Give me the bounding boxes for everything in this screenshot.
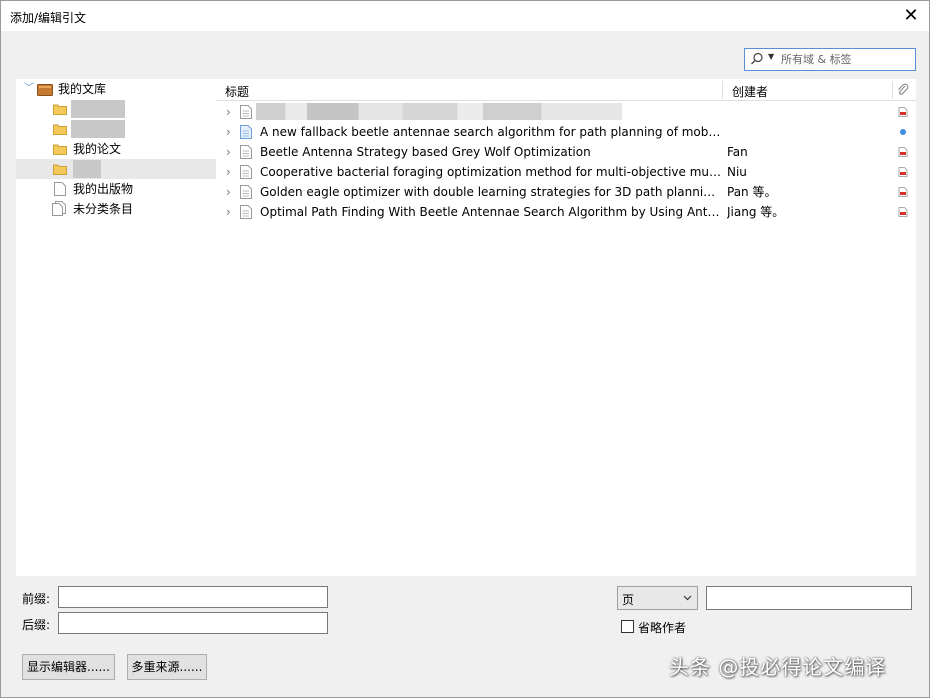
chevron-right-icon[interactable]: › (226, 102, 231, 122)
locator-type-select[interactable]: 页 (617, 586, 698, 610)
search-icon (751, 52, 763, 65)
column-header-creator[interactable]: 创建者 (732, 83, 768, 100)
suffix-input[interactable] (58, 612, 328, 634)
redacted-label (71, 100, 125, 118)
list-header: 标题 创建者 (216, 79, 916, 101)
chevron-right-icon[interactable]: › (226, 162, 231, 182)
locator-input[interactable] (706, 586, 912, 610)
list-item[interactable]: › Golden eagle optimizer with double lea… (216, 182, 916, 202)
folder-icon (53, 144, 67, 155)
chevron-down-icon[interactable]: ﹀ (24, 79, 34, 99)
search-input[interactable] (781, 51, 913, 68)
pdf-icon[interactable] (898, 107, 908, 117)
tree-item-my-papers[interactable]: 我的论文 (16, 139, 216, 159)
document-icon (240, 105, 252, 119)
search-field[interactable]: ▼ (744, 48, 916, 71)
pdf-icon[interactable] (898, 167, 908, 177)
tree-item-unfiled[interactable]: 未分类条目 (16, 199, 216, 219)
omit-author-label: 省略作者 (638, 621, 687, 635)
folder-icon (53, 164, 67, 175)
list-item[interactable]: › (216, 102, 916, 122)
library-pane: ﹀ 我的文库 我的论文 我的出版物 未分类条目 标题 创建者 › › A new… (16, 79, 916, 576)
document-icon (240, 145, 252, 159)
prefix-label: 前缀: (22, 592, 51, 606)
citation-dialog: 添加/编辑引文 ✕ ▼ ﹀ 我的文库 (0, 0, 930, 698)
tree-item-collection-selected[interactable] (16, 159, 216, 179)
redacted-label (71, 120, 125, 138)
library-icon (37, 84, 53, 96)
tree-item-label: 我的文库 (58, 82, 107, 96)
tree-item-collection[interactable] (16, 119, 216, 139)
pdf-icon[interactable] (898, 147, 908, 157)
items-list: 标题 创建者 › › A new fallback beetle antenna… (216, 79, 916, 576)
chevron-right-icon[interactable]: › (226, 182, 231, 202)
locator-type-value: 页 (622, 593, 635, 607)
collection-tree: ﹀ 我的文库 我的论文 我的出版物 未分类条目 (16, 79, 216, 576)
chevron-right-icon[interactable]: › (226, 202, 231, 222)
tree-item-label: 我的出版物 (73, 182, 134, 196)
link-dot-icon[interactable] (898, 127, 908, 137)
chevron-down-icon (683, 595, 692, 601)
item-creator: Pan 等。 (727, 185, 777, 199)
item-creator: Niu (727, 165, 747, 179)
item-creator: Fan (727, 145, 748, 159)
tree-item-my-library[interactable]: ﹀ 我的文库 (16, 79, 216, 99)
webpage-document-icon (240, 125, 252, 139)
dialog-title: 添加/编辑引文 (10, 11, 87, 25)
unfiled-items-icon (52, 201, 66, 216)
close-button[interactable]: ✕ (899, 4, 923, 28)
list-item[interactable]: › Optimal Path Finding With Beetle Anten… (216, 202, 916, 222)
suffix-label: 后缀: (22, 618, 51, 632)
folder-icon (53, 124, 67, 135)
paperclip-icon[interactable] (896, 83, 910, 97)
document-icon (54, 182, 66, 196)
tree-item-label: 我的论文 (73, 142, 122, 156)
item-title: Golden eagle optimizer with double learn… (260, 185, 722, 199)
pdf-icon[interactable] (898, 207, 908, 217)
document-icon (240, 165, 252, 179)
item-title: A new fallback beetle antennae search al… (260, 125, 722, 139)
pdf-icon[interactable] (898, 187, 908, 197)
tree-item-collection[interactable] (16, 99, 216, 119)
document-icon (240, 205, 252, 219)
close-icon: ✕ (903, 5, 919, 26)
column-header-title[interactable]: 标题 (225, 83, 249, 100)
redacted-label (73, 160, 101, 178)
chevron-right-icon[interactable]: › (226, 122, 231, 142)
omit-author-checkbox[interactable] (621, 620, 634, 633)
chevron-right-icon[interactable]: › (226, 142, 231, 162)
prefix-input[interactable] (58, 586, 328, 608)
item-creator: Jiang 等。 (727, 205, 785, 219)
redacted-title (256, 103, 622, 120)
title-bar: 添加/编辑引文 ✕ (1, 1, 929, 31)
item-title: Beetle Antenna Strategy based Grey Wolf … (260, 145, 591, 159)
watermark-text: 头条 @投必得论文编译 (669, 655, 887, 679)
document-icon (240, 185, 252, 199)
list-item[interactable]: › A new fallback beetle antennae search … (216, 122, 916, 142)
item-title: Optimal Path Finding With Beetle Antenna… (260, 205, 722, 219)
list-item[interactable]: › Beetle Antenna Strategy based Grey Wol… (216, 142, 916, 162)
show-editor-button[interactable]: 显示编辑器...... (22, 654, 115, 680)
list-item[interactable]: › Cooperative bacterial foraging optimiz… (216, 162, 916, 182)
tree-item-my-publications[interactable]: 我的出版物 (16, 179, 216, 199)
item-title: Cooperative bacterial foraging optimizat… (260, 165, 722, 179)
tree-item-label: 未分类条目 (73, 202, 134, 216)
column-divider[interactable] (722, 81, 723, 99)
column-divider[interactable] (892, 81, 893, 99)
multiple-sources-button[interactable]: 多重来源...... (127, 654, 207, 680)
search-mode-dropdown-icon[interactable]: ▼ (768, 52, 774, 61)
folder-icon (53, 104, 67, 115)
